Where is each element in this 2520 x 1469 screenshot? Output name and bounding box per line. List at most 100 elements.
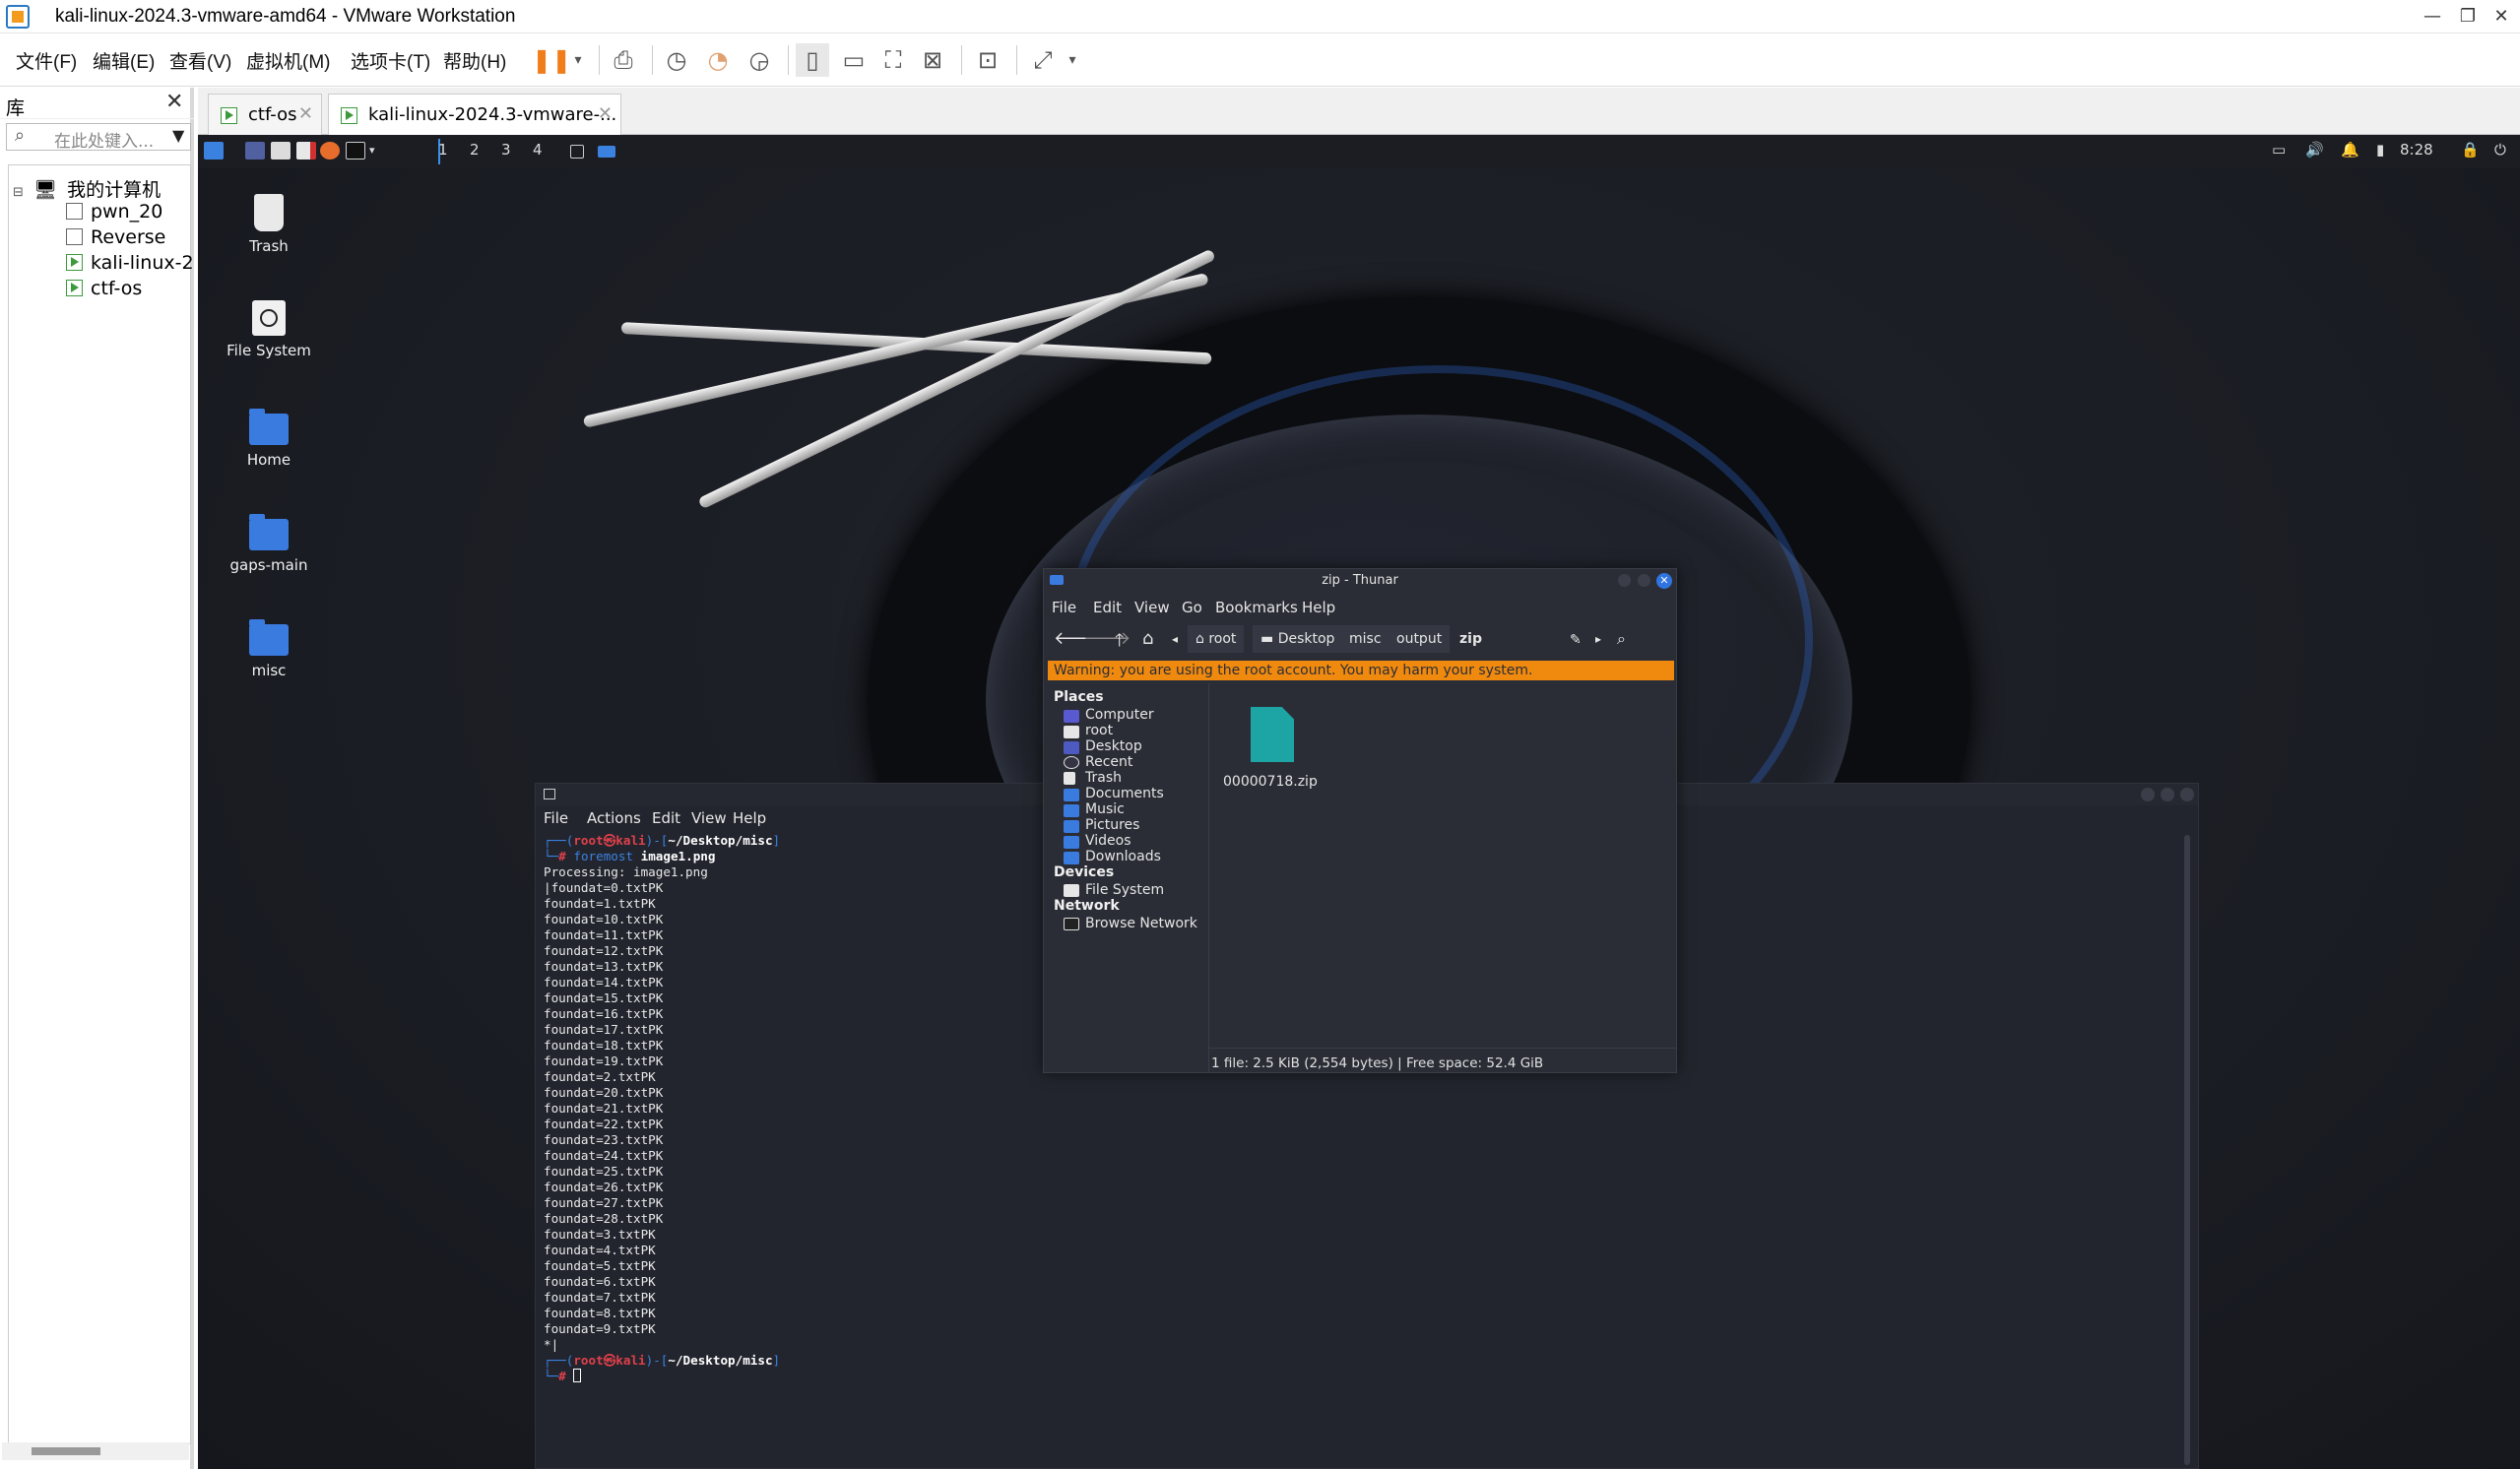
- restore-icon[interactable]: ❐: [2450, 0, 2486, 33]
- up-icon[interactable]: 🡑: [1115, 628, 1124, 658]
- place-recent[interactable]: Recent: [1085, 754, 1132, 770]
- battery-icon[interactable]: ▮: [2376, 141, 2384, 159]
- power-icon[interactable]: ⏻: [2494, 141, 2506, 159]
- pause-dropdown-icon[interactable]: ▾: [561, 43, 595, 77]
- menu-file[interactable]: 文件(F): [16, 47, 77, 74]
- terminal-output[interactable]: ┌──(root㉿kali)-[~/Desktop/misc] └─# fore…: [544, 833, 780, 1384]
- thunar-window-button-icon[interactable]: [598, 146, 615, 158]
- home-icon[interactable]: ⌂: [1142, 628, 1153, 649]
- library-view-icon[interactable]: ▯: [796, 43, 829, 77]
- terminal-scrollbar[interactable]: [2184, 835, 2190, 1465]
- tree-item-vm[interactable]: pwn_20: [66, 201, 162, 226]
- search-icon[interactable]: ⌕: [1617, 629, 1626, 649]
- pause-icon[interactable]: ❚❚: [532, 43, 571, 77]
- scrollbar-thumb[interactable]: [32, 1447, 100, 1455]
- desktop-icon-trash[interactable]: Trash: [220, 194, 318, 255]
- snapshot-manager-icon[interactable]: ◶: [743, 43, 776, 77]
- thunar-menu-file[interactable]: File: [1052, 599, 1076, 616]
- unity-icon[interactable]: ⊠: [916, 43, 949, 77]
- window-minimize-icon[interactable]: [1618, 574, 1631, 587]
- workspace-1[interactable]: 1: [438, 141, 448, 159]
- close-icon[interactable]: ✕: [2484, 0, 2519, 33]
- notifications-icon[interactable]: 🔔: [2341, 141, 2359, 159]
- place-documents[interactable]: Documents: [1085, 786, 1164, 801]
- console-icon[interactable]: ⊡: [971, 43, 1004, 77]
- window-minimize-icon[interactable]: [2141, 788, 2155, 801]
- breadcrumb-output[interactable]: output: [1389, 625, 1452, 653]
- place-trash[interactable]: Trash: [1085, 770, 1122, 786]
- menu-view[interactable]: 查看(V): [169, 47, 231, 74]
- breadcrumb-right-icon[interactable]: ▸: [1595, 632, 1601, 646]
- place-downloads[interactable]: Downloads: [1085, 849, 1161, 864]
- tree-item-vm[interactable]: kali-linux-2(: [66, 252, 192, 278]
- workspace-4[interactable]: 4: [533, 141, 543, 159]
- library-scrollbar[interactable]: [2, 1442, 189, 1460]
- terminal-window-button-icon[interactable]: [570, 145, 584, 159]
- desktop-icon-home[interactable]: Home: [220, 409, 318, 469]
- tab-close-icon[interactable]: ✕: [598, 103, 613, 124]
- thunar-menu-edit[interactable]: Edit: [1093, 599, 1122, 616]
- thunar-menu-help[interactable]: Help: [1302, 599, 1335, 616]
- revert-snapshot-icon[interactable]: ◔: [701, 43, 735, 77]
- kali-menu-icon[interactable]: [204, 142, 224, 160]
- launcher-dropdown-icon[interactable]: ▾: [369, 144, 375, 157]
- menu-edit[interactable]: 编辑(E): [93, 47, 155, 74]
- show-desktop-icon[interactable]: [245, 142, 265, 160]
- menu-tabs[interactable]: 选项卡(T): [351, 47, 430, 74]
- tree-item-vm[interactable]: Reverse: [66, 226, 165, 252]
- thunar-menu-go[interactable]: Go: [1182, 599, 1202, 616]
- device-file-system[interactable]: File System: [1085, 882, 1164, 898]
- fullscreen-icon[interactable]: ⛶: [876, 43, 910, 77]
- stretch-icon[interactable]: ⤢: [1026, 43, 1060, 77]
- breadcrumb-zip[interactable]: zip: [1452, 625, 1560, 653]
- window-close-icon[interactable]: ✕: [1656, 573, 1672, 589]
- display-icon[interactable]: ▭: [2272, 141, 2286, 159]
- menu-vm[interactable]: 虚拟机(M): [246, 47, 330, 74]
- thunar-menu-bookmarks[interactable]: Bookmarks: [1215, 599, 1298, 616]
- snapshot-icon[interactable]: ◷: [660, 43, 693, 77]
- library-close-icon[interactable]: ✕: [165, 90, 183, 114]
- place-desktop[interactable]: Desktop: [1085, 738, 1142, 754]
- window-close-icon[interactable]: [2180, 788, 2194, 801]
- desktop-icon-gaps-main[interactable]: gaps-main: [220, 514, 318, 574]
- terminal-menu-view[interactable]: View: [691, 809, 727, 827]
- tree-item-vm[interactable]: ctf-os: [66, 278, 142, 303]
- desktop-icon-file-system[interactable]: File System: [220, 300, 318, 359]
- text-editor-icon[interactable]: [296, 142, 316, 160]
- terminal-launcher-icon[interactable]: [346, 142, 365, 160]
- place-pictures[interactable]: Pictures: [1085, 817, 1139, 833]
- place-computer[interactable]: Computer: [1085, 707, 1154, 723]
- menu-help[interactable]: 帮助(H): [443, 47, 506, 74]
- breadcrumb-misc[interactable]: misc: [1341, 625, 1390, 653]
- minimize-icon[interactable]: —: [2415, 0, 2450, 33]
- library-search-input[interactable]: ⌕ 在此处键入... ▼: [6, 123, 191, 152]
- panel-clock[interactable]: 8:28: [2400, 141, 2433, 159]
- place-music[interactable]: Music: [1085, 801, 1125, 817]
- terminal-menu-edit[interactable]: Edit: [652, 809, 680, 827]
- file-manager-icon[interactable]: [271, 142, 291, 160]
- terminal-menu-file[interactable]: File: [544, 809, 568, 827]
- collapse-icon[interactable]: ⊟: [13, 185, 24, 200]
- stretch-dropdown-icon[interactable]: ▾: [1056, 43, 1089, 77]
- terminal-menu-help[interactable]: Help: [733, 809, 766, 827]
- breadcrumb-desktop[interactable]: ▬ Desktop: [1253, 625, 1344, 653]
- tree-root-my-computer[interactable]: ⊟ 🖥 我的计算机: [13, 175, 161, 201]
- volume-icon[interactable]: 🔊: [2305, 141, 2324, 159]
- edit-path-icon[interactable]: ✎: [1570, 632, 1582, 648]
- tab-kali-linux[interactable]: kali-linux-2024.3-vmware-... ✕: [328, 94, 621, 135]
- window-maximize-icon[interactable]: [2161, 788, 2174, 801]
- lock-icon[interactable]: 🔒: [2461, 141, 2480, 159]
- workspace-3[interactable]: 3: [501, 141, 511, 159]
- guest-screen[interactable]: ▾ 1 2 3 4 ▭ 🔊 🔔 ▮ 8:28 🔒 ⏻ Trash File Sy…: [198, 135, 2520, 1469]
- workspace-2[interactable]: 2: [470, 141, 480, 159]
- window-maximize-icon[interactable]: [1638, 574, 1650, 587]
- desktop-icon-misc[interactable]: misc: [220, 619, 318, 679]
- search-dropdown-icon[interactable]: ▼: [172, 126, 184, 145]
- tab-close-icon[interactable]: ✕: [298, 103, 313, 124]
- firefox-icon[interactable]: [320, 142, 340, 160]
- thumbnail-view-icon[interactable]: ▭: [837, 43, 871, 77]
- place-videos[interactable]: Videos: [1085, 833, 1131, 849]
- send-keys-icon[interactable]: ⎙: [607, 43, 640, 77]
- breadcrumb-left-icon[interactable]: ◂: [1172, 632, 1178, 646]
- thunar-window[interactable]: zip - Thunar ✕ File Edit View Go Bookmar…: [1043, 568, 1677, 1073]
